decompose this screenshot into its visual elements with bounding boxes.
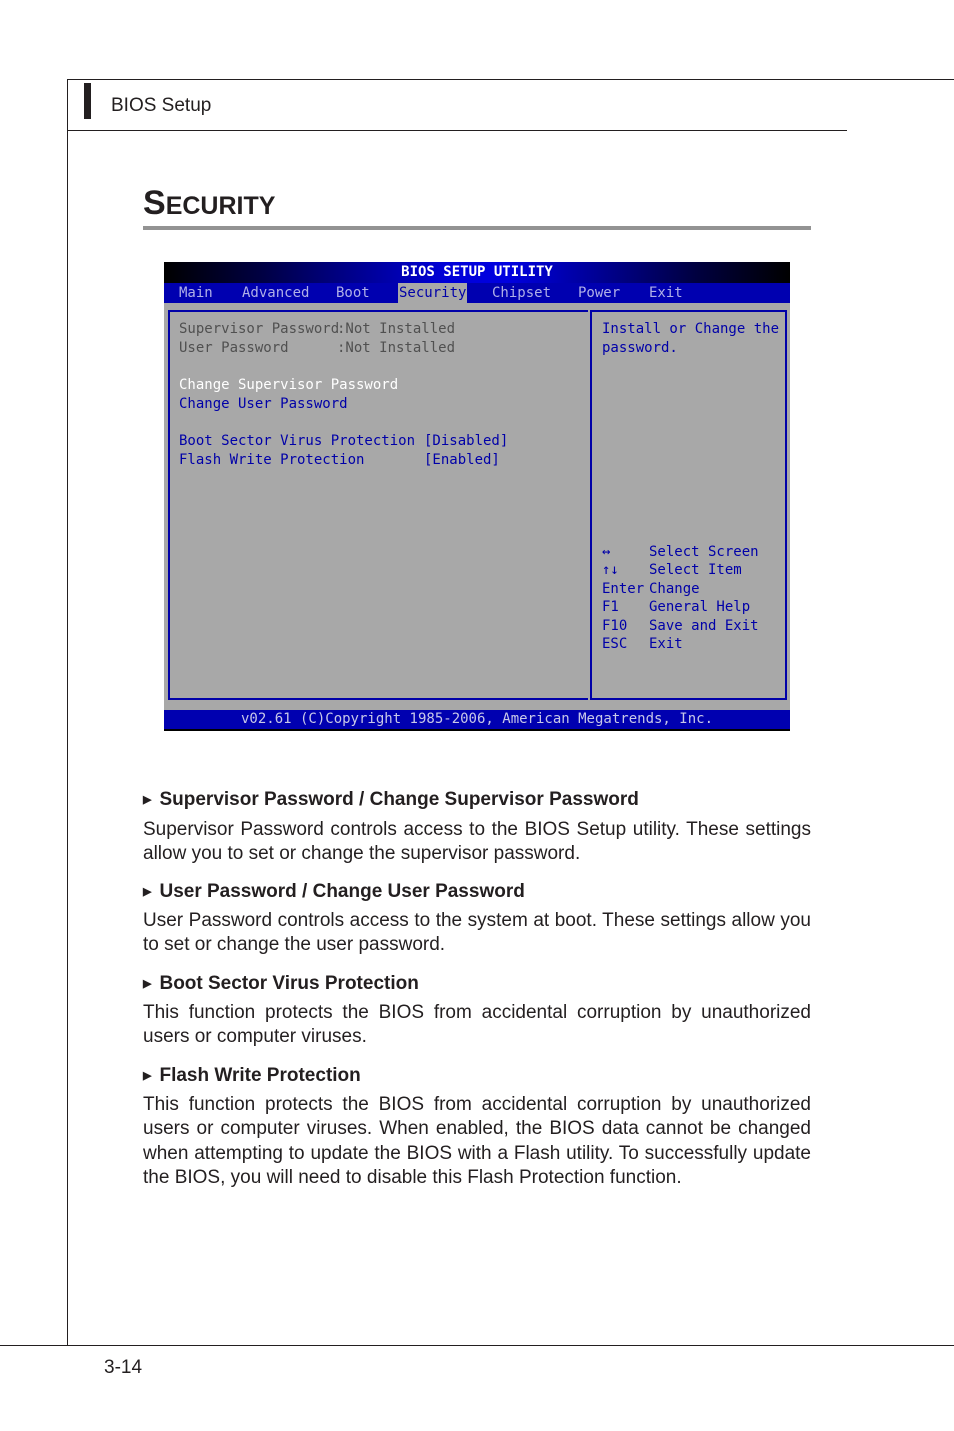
- change-user-password-item[interactable]: Change User Password: [179, 395, 348, 413]
- help-text-line: password.: [602, 340, 678, 356]
- page-frame-left-rule: [67, 79, 68, 1346]
- key-action: General Help: [649, 599, 751, 615]
- user-password-status: User Password :Not Installed: [179, 339, 455, 357]
- option-value[interactable]: [Disabled]: [424, 432, 508, 450]
- status-value: :Not Installed: [337, 340, 456, 356]
- item-heading-flash-write-protection: ▶ Flash Write Protection: [143, 1065, 361, 1087]
- key-action: Select Screen: [649, 544, 759, 560]
- key-legend-row: ↑↓ Select Item: [602, 561, 742, 579]
- status-label: User Password: [179, 340, 289, 356]
- item-body-boot-sector-virus-protection: This function protects the BIOS from acc…: [143, 1002, 811, 1048]
- bios-tab-boot[interactable]: Boot: [336, 283, 370, 303]
- item-heading-text: User Password / Change User Password: [159, 881, 525, 902]
- bios-tab-advanced[interactable]: Advanced: [242, 283, 309, 303]
- bios-tab-security[interactable]: Security: [398, 283, 468, 303]
- key-name: ESC: [602, 636, 628, 652]
- item-heading-text: Flash Write Protection: [159, 1065, 361, 1086]
- footer-rule: [0, 1345, 954, 1346]
- key-name: F1: [602, 599, 619, 615]
- item-body-supervisor-password: Supervisor Password controls access to t…: [143, 819, 811, 865]
- section-title: Security: [143, 186, 275, 220]
- page-frame-top-rule: [67, 79, 954, 80]
- bios-tab-power[interactable]: Power: [578, 283, 620, 303]
- key-action: Exit: [649, 636, 683, 652]
- option-value[interactable]: [Enabled]: [424, 451, 500, 469]
- key-legend-row: Enter Change: [602, 580, 700, 598]
- key-legend-row: F10 Save and Exit: [602, 617, 759, 635]
- flash-write-protection-item[interactable]: Flash Write Protection [Enabled]: [179, 451, 500, 469]
- bios-copyright-bar: v02.61 (C)Copyright 1985-2006, American …: [164, 710, 790, 729]
- key-action: Change: [649, 581, 700, 597]
- key-legend-row: ESC Exit: [602, 635, 683, 653]
- bios-tab-chipset[interactable]: Chipset: [492, 283, 551, 303]
- bios-screen: BIOS SETUP UTILITY Main Advanced Boot Se…: [164, 262, 790, 731]
- section-title-initial: S: [143, 184, 166, 222]
- option-label: Flash Write Protection: [179, 452, 365, 468]
- section-rule: [143, 226, 811, 230]
- key-name: F10: [602, 618, 628, 634]
- item-heading-boot-sector-virus-protection: ▶ Boot Sector Virus Protection: [143, 973, 419, 995]
- key-legend-row: ↔ Select Screen: [602, 543, 759, 561]
- status-value: :Not Installed: [337, 321, 456, 337]
- bios-title-bar: BIOS SETUP UTILITY: [164, 262, 790, 283]
- bios-tab-main[interactable]: Main: [179, 283, 213, 303]
- bios-tab-exit[interactable]: Exit: [649, 283, 683, 303]
- key-name: Enter: [602, 581, 645, 597]
- header-marker-bar: [84, 83, 91, 119]
- running-header: BIOS Setup: [111, 95, 212, 116]
- bios-bottom-edge: [164, 729, 790, 731]
- header-rule: [67, 130, 847, 131]
- key-action: Select Item: [649, 562, 742, 578]
- key-legend-row: F1 General Help: [602, 598, 750, 616]
- item-heading-supervisor-password: ▶ Supervisor Password / Change Supervisor…: [143, 789, 639, 811]
- bios-settings-panel: [168, 310, 588, 700]
- bullet-triangle-icon: ▶: [143, 978, 152, 990]
- bullet-triangle-icon: ▶: [143, 1070, 152, 1082]
- option-label: Boot Sector Virus Protection: [179, 433, 416, 449]
- boot-sector-virus-protection-item[interactable]: Boot Sector Virus Protection [Disabled]: [179, 432, 508, 450]
- item-body-flash-write-protection: This function protects the BIOS from acc…: [143, 1094, 811, 1189]
- key-action: Save and Exit: [649, 618, 759, 634]
- item-body-user-password: User Password controls access to the sys…: [143, 910, 811, 956]
- bullet-triangle-icon: ▶: [143, 794, 152, 806]
- left-right-arrow-icon: ↔: [602, 544, 611, 560]
- help-text-line: Install or Change the: [602, 321, 780, 337]
- item-heading-user-password: ▶ User Password / Change User Password: [143, 881, 525, 903]
- up-down-arrow-icon: ↑↓: [602, 562, 619, 578]
- page-number: 3-14: [104, 1357, 143, 1378]
- item-heading-text: Boot Sector Virus Protection: [159, 973, 419, 994]
- supervisor-password-status: Supervisor Password:Not Installed: [179, 320, 455, 338]
- bios-menu-bar: Main Advanced Boot Security Chipset Powe…: [164, 283, 790, 303]
- bullet-triangle-icon: ▶: [143, 886, 152, 898]
- section-title-rest: ecurity: [165, 192, 276, 220]
- status-label: Supervisor Password: [179, 321, 340, 337]
- change-supervisor-password-item[interactable]: Change Supervisor Password: [179, 376, 398, 394]
- item-heading-text: Supervisor Password / Change Supervisor …: [159, 789, 639, 810]
